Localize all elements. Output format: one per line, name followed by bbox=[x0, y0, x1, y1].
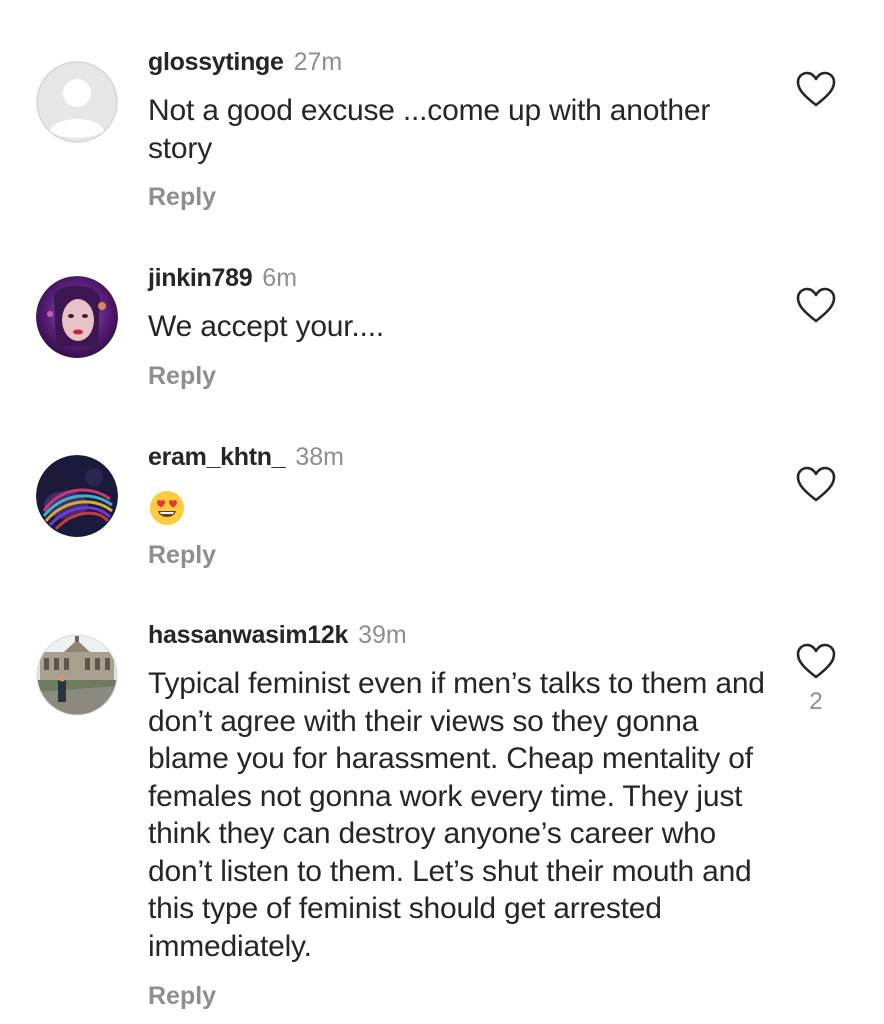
comment-item: jinkin789 6m We accept your.... Reply bbox=[0, 230, 884, 420]
comment-item: eram_khtn_ 38m Reply bbox=[0, 420, 884, 600]
comment-text bbox=[148, 488, 778, 527]
profile-photo-icon bbox=[36, 634, 118, 716]
comment-time: 38m bbox=[295, 443, 344, 471]
profile-photo-icon bbox=[36, 276, 118, 358]
username[interactable]: eram_khtn_ bbox=[148, 443, 286, 471]
like-button[interactable] bbox=[795, 286, 837, 324]
username[interactable]: hassanwasim12k bbox=[148, 621, 348, 649]
avatar-glossytinge[interactable] bbox=[36, 61, 118, 143]
like-button[interactable] bbox=[795, 70, 837, 108]
reply-button[interactable]: Reply bbox=[148, 981, 216, 1011]
comment-item: glossytinge 27m Not a good excuse ...come… bbox=[0, 0, 884, 230]
heart-outline-icon bbox=[796, 643, 836, 679]
comment-item: hassanwasim12k 39m Typical feminist even … bbox=[0, 600, 884, 1024]
avatar-jinkin789[interactable] bbox=[36, 276, 118, 358]
heart-outline-icon bbox=[796, 466, 836, 502]
comment-text: Typical feminist even if men’s talks to … bbox=[148, 667, 765, 963]
like-button[interactable] bbox=[795, 642, 837, 680]
heart-outline-icon bbox=[796, 287, 836, 323]
reply-button[interactable]: Reply bbox=[148, 182, 216, 212]
comment-header: eram_khtn_ 38m bbox=[148, 442, 344, 472]
comment-time: 27m bbox=[293, 48, 343, 76]
comment-time: 39m bbox=[358, 621, 407, 649]
like-button[interactable] bbox=[795, 465, 837, 503]
comment-header: hassanwasim12k 39m bbox=[148, 620, 407, 650]
comment-header: jinkin789 6m bbox=[148, 263, 297, 293]
like-count: 2 bbox=[809, 688, 823, 715]
username[interactable]: jinkin789 bbox=[148, 264, 253, 292]
reply-button[interactable]: Reply bbox=[148, 361, 216, 391]
default-avatar-icon bbox=[36, 61, 118, 143]
avatar-eram-khtn[interactable] bbox=[36, 455, 118, 537]
username[interactable]: glossytinge bbox=[148, 48, 284, 76]
heart-eyes-emoji-icon bbox=[150, 491, 184, 526]
heart-outline-icon bbox=[796, 71, 836, 107]
reply-button[interactable]: Reply bbox=[148, 540, 216, 570]
comment-text: Not a good excuse ...come up with anothe… bbox=[148, 94, 711, 165]
comment-time: 6m bbox=[262, 264, 298, 292]
profile-photo-icon bbox=[36, 455, 118, 537]
avatar-hassanwasim12k[interactable] bbox=[36, 634, 118, 716]
comment-header: glossytinge 27m bbox=[148, 47, 342, 77]
comment-text: We accept your.... bbox=[148, 310, 384, 343]
